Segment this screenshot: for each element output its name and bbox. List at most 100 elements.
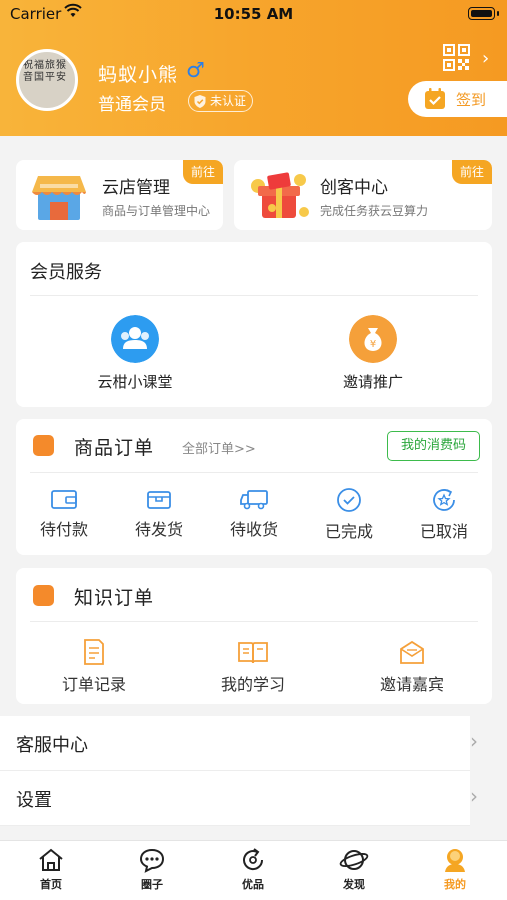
entry-title: 云店管理	[102, 178, 170, 198]
maker-center-card[interactable]: 创客中心 完成任务获云豆算力 前往	[234, 160, 492, 230]
status-label: 已取消	[419, 522, 468, 541]
tab-label: 优品	[242, 878, 264, 891]
status-label: 待收货	[229, 520, 278, 539]
bag-icon	[33, 585, 54, 606]
tab-discover[interactable]: 发现	[314, 847, 394, 892]
divider	[30, 472, 478, 473]
envelope-icon	[400, 640, 424, 664]
knowledge-orders-card: 知识订单 订单记录 我的学习 邀请嘉宾	[16, 568, 492, 704]
order-status-completed[interactable]: 已完成	[309, 487, 389, 542]
avatar-glyph: 旅	[45, 60, 55, 71]
tab-label: 我的	[444, 878, 466, 891]
check-circle-icon	[337, 488, 361, 512]
order-status-pending-payment[interactable]: 待付款	[24, 487, 104, 540]
money-bag-icon: ¥	[349, 315, 397, 363]
entry-subtitle: 完成任务获云豆算力	[320, 204, 429, 218]
knowledge-item-invite-guest[interactable]: 邀请嘉宾	[372, 638, 452, 695]
section-title: 知识订单	[74, 587, 155, 609]
status-label: 已完成	[324, 522, 373, 541]
username[interactable]: 蚂蚁小熊	[98, 60, 178, 87]
avatar[interactable]: 祝福旅猴音国平安	[16, 49, 78, 111]
avatar-glyph: 音	[23, 72, 33, 83]
all-orders-link[interactable]: 全部订单>>	[182, 438, 256, 457]
battery-icon	[468, 7, 499, 20]
tab-bar: 首页 圈子 优品 发现 我的	[0, 840, 507, 900]
profile-header: Carrier 10:55 AM 祝福旅猴音国平安 蚂蚁小熊 ♂ 普通会员 未认…	[0, 0, 507, 136]
avatar-calligraphy: 祝福旅猴音国平安	[23, 60, 73, 84]
tab-mine[interactable]: 我的	[415, 847, 495, 892]
customer-service-row[interactable]: 客服中心	[0, 716, 470, 770]
chevron-right-icon: ›	[470, 784, 478, 808]
status-label: 邀请嘉宾	[379, 675, 444, 694]
tab-label: 首页	[40, 878, 62, 891]
divider	[0, 825, 470, 826]
wallet-icon	[51, 490, 77, 509]
status-bar: Carrier 10:55 AM	[0, 0, 507, 28]
clock: 10:55 AM	[213, 5, 294, 23]
settings-row[interactable]: 设置	[0, 771, 470, 825]
section-title: 会员服务	[30, 262, 102, 283]
order-status-pending-ship[interactable]: 待发货	[119, 487, 199, 540]
section-title: 商品订单	[74, 437, 155, 459]
tab-label: 圈子	[141, 878, 163, 891]
auth-status-badge[interactable]: 未认证	[188, 90, 254, 112]
qr-code-icon[interactable]	[443, 44, 470, 71]
tab-circle[interactable]: 圈子	[112, 847, 192, 892]
calendar-check-icon	[425, 88, 445, 109]
consume-code-button[interactable]: 我的消费码	[387, 431, 480, 461]
chevron-right-icon[interactable]: ›	[482, 48, 489, 69]
goods-orders-card: 商品订单 全部订单>> 我的消费码 待付款 待发货 待收货 已完成 已取消	[16, 419, 492, 555]
status-label: 待发货	[134, 520, 183, 539]
service-label: 云柑小课堂	[97, 373, 173, 391]
service-label: 邀请推广	[342, 373, 403, 391]
row-label: 设置	[16, 790, 52, 811]
cloud-store-card[interactable]: 云店管理 商品与订单管理中心 前往	[16, 160, 223, 230]
avatar-glyph: 国	[34, 72, 44, 83]
bag-icon	[33, 435, 54, 456]
entry-title: 创客中心	[320, 178, 388, 198]
user-icon	[445, 849, 465, 872]
tab-products[interactable]: 优品	[213, 847, 293, 892]
divider	[30, 621, 478, 622]
knowledge-item-my-learning[interactable]: 我的学习	[213, 638, 293, 695]
auth-status-label: 未认证	[210, 94, 247, 108]
chat-icon	[139, 848, 165, 873]
avatar-glyph: 福	[34, 60, 44, 71]
tab-label: 发现	[343, 878, 365, 891]
row-label: 客服中心	[16, 735, 88, 756]
status-label: 待付款	[39, 520, 88, 539]
knowledge-item-order-record[interactable]: 订单记录	[54, 638, 134, 695]
people-icon	[111, 315, 159, 363]
status-label: 订单记录	[61, 675, 126, 694]
go-badge: 前往	[452, 160, 492, 184]
avatar-glyph: 平	[45, 72, 55, 83]
avatar-glyph: 安	[56, 72, 66, 83]
status-label: 我的学习	[220, 675, 285, 694]
member-level: 普通会员	[98, 95, 166, 115]
star-refresh-icon	[433, 489, 455, 511]
go-badge: 前往	[183, 160, 223, 184]
order-status-pending-receive[interactable]: 待收货	[214, 487, 294, 540]
member-service-card: 会员服务 云柑小课堂 ¥ 邀请推广	[16, 242, 492, 407]
tab-home[interactable]: 首页	[11, 847, 91, 892]
book-icon	[238, 642, 268, 664]
planet-icon	[339, 850, 369, 870]
svg-text:¥: ¥	[370, 339, 376, 350]
document-icon	[84, 639, 104, 665]
store-icon	[32, 176, 86, 220]
avatar-glyph: 祝	[23, 60, 33, 71]
avatar-glyph: 猴	[56, 60, 66, 71]
gift-box-icon	[251, 172, 309, 218]
chevron-right-icon: ›	[470, 729, 478, 753]
box-icon	[147, 491, 171, 509]
home-icon	[39, 848, 63, 871]
entry-subtitle: 商品与订单管理中心	[102, 204, 211, 218]
shield-icon	[194, 94, 206, 108]
checkin-button[interactable]: 签到	[408, 81, 507, 117]
refresh-icon	[243, 848, 264, 871]
divider	[30, 295, 478, 296]
order-status-cancelled[interactable]: 已取消	[404, 487, 484, 542]
truck-icon	[240, 490, 268, 510]
male-icon: ♂	[186, 58, 205, 82]
checkin-label: 签到	[456, 90, 487, 109]
